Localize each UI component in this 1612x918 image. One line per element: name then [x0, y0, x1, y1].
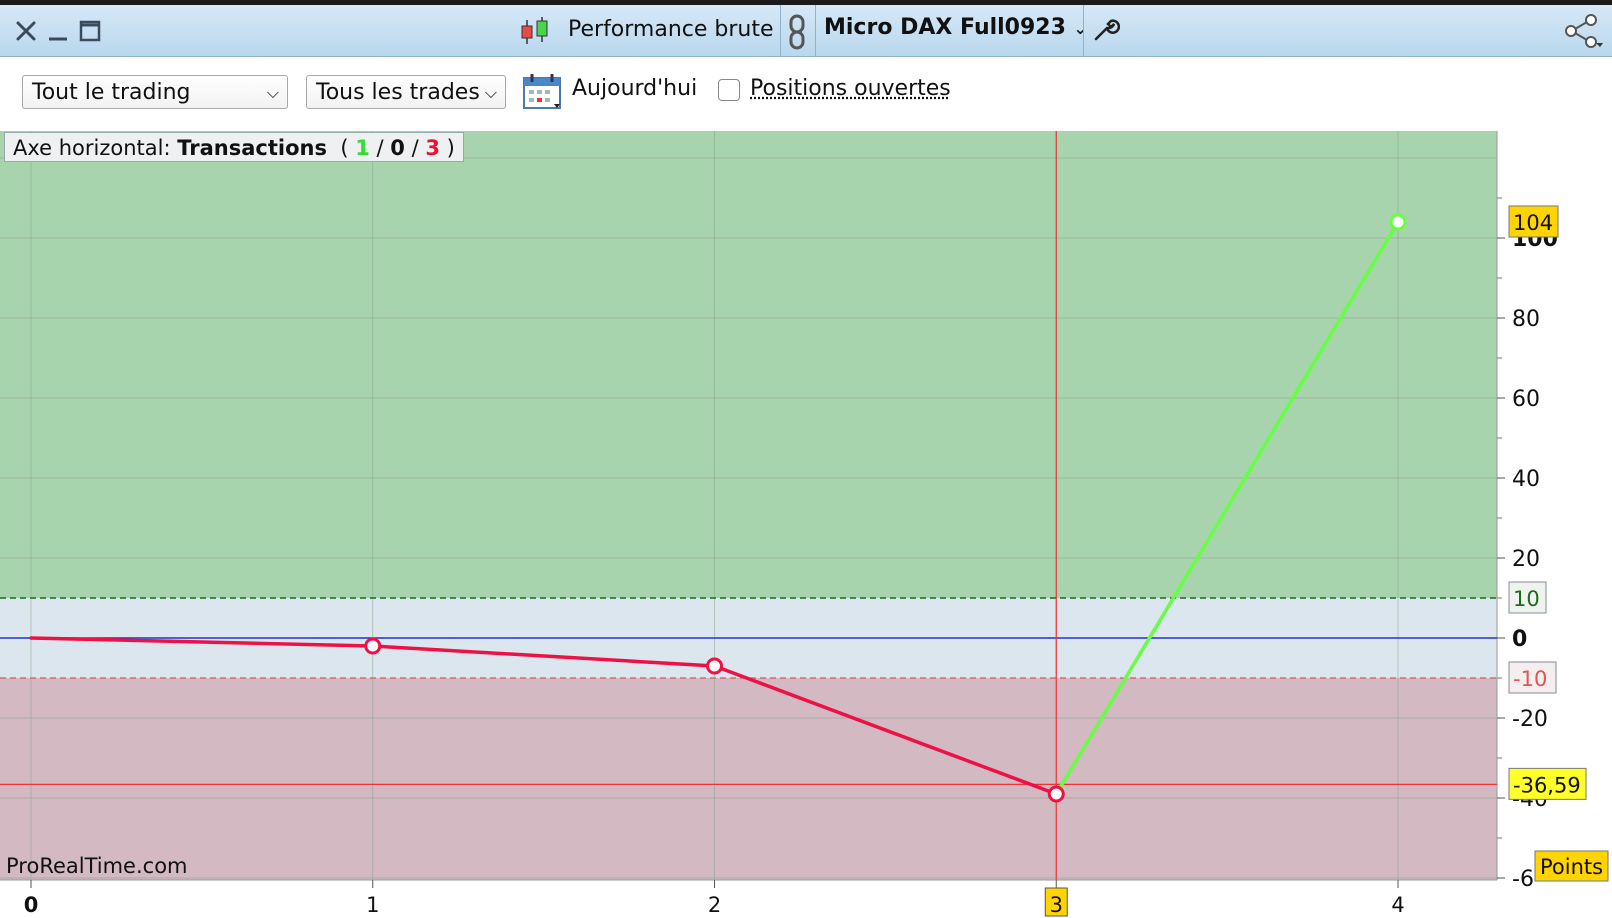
axis-info-neutral: 0 [390, 136, 405, 160]
x-axis: 012345 [24, 880, 1405, 917]
y-tick-label: -20 [1512, 707, 1548, 732]
window-title: Performance brute [568, 17, 774, 42]
close-icon[interactable] [14, 19, 38, 43]
x-tick-label: 4 [1391, 893, 1404, 917]
x-tick-label: 0 [24, 893, 39, 917]
y-tick-label: 20 [1512, 547, 1540, 572]
axis-info-value: Transactions [177, 136, 327, 160]
loss-zone [0, 678, 1497, 880]
upper-threshold-label: 10 [1513, 587, 1540, 611]
chevron-down-icon: ⌵ [484, 83, 497, 102]
trades-select-value: Tous les trades [316, 80, 480, 105]
period-select[interactable]: Tout le trading ⌵ [22, 75, 288, 109]
axis-info-losses: 3 [425, 136, 440, 160]
y-tick-label: 40 [1512, 467, 1540, 492]
open-positions-checkbox[interactable] [718, 79, 740, 101]
title-bar: Performance brute Micro DAX Full0923 ⌄ [0, 5, 1612, 57]
chevron-down-icon: ⌵ [266, 83, 279, 102]
separator [1083, 5, 1084, 56]
last-value-label: 104 [1513, 211, 1553, 235]
toolbar: Tout le trading ⌵ Tous les trades ⌵ Aujo… [0, 57, 1612, 131]
lower-threshold-label: -10 [1513, 667, 1547, 691]
axis-info-close-paren: ) [440, 136, 455, 160]
period-select-value: Tout le trading [32, 80, 191, 105]
chevron-down-icon: ⌄ [1073, 19, 1087, 38]
unit-label: Points [1540, 855, 1603, 879]
axis-info-box: Axe horizontal: Transactions ( 1 / 0 / 3… [4, 132, 464, 162]
axis-info-label: Axe horizontal: [13, 136, 171, 160]
separator [780, 5, 781, 56]
performance-chart: 100806040200-20-40-6 012345 10410-10-36,… [0, 131, 1609, 917]
open-positions-label[interactable]: Positions ouvertes [750, 76, 951, 101]
crosshair-value-label: -36,59 [1513, 773, 1581, 797]
axis-info-open-paren: ( [333, 136, 356, 160]
y-tick-label: 0 [1512, 627, 1527, 652]
x-tick-label: 2 [708, 893, 721, 917]
share-icon[interactable] [1563, 13, 1603, 49]
wrench-icon[interactable] [1092, 15, 1120, 43]
data-point[interactable] [706, 657, 723, 675]
calendar-icon[interactable] [522, 72, 564, 112]
y-tick-label: 60 [1512, 387, 1540, 412]
separator [815, 5, 816, 56]
data-point[interactable] [364, 637, 382, 655]
minimize-icon[interactable] [46, 19, 70, 43]
axis-info-slash: / [411, 136, 419, 160]
trades-select[interactable]: Tous les trades ⌵ [306, 75, 506, 109]
profit-zone [0, 131, 1497, 598]
candlestick-icon [521, 17, 548, 44]
axis-info-wins: 1 [355, 136, 370, 160]
axis-info-slash: / [376, 136, 384, 160]
y-tick-label: 80 [1512, 307, 1540, 332]
watermark: ProRealTime.com [6, 854, 188, 878]
y-tick-label: -6 [1512, 867, 1534, 892]
data-point[interactable] [1389, 213, 1407, 231]
x-tick-label: 3 [1050, 893, 1063, 917]
instrument-selector[interactable]: Micro DAX Full0923 ⌄ [824, 15, 1087, 40]
x-tick-label: 1 [366, 893, 379, 917]
maximize-icon[interactable] [78, 19, 102, 43]
data-point[interactable] [1047, 785, 1065, 803]
date-label[interactable]: Aujourd'hui [572, 76, 697, 101]
instrument-name: Micro DAX Full0923 [824, 15, 1066, 40]
link-icon[interactable] [784, 13, 810, 51]
